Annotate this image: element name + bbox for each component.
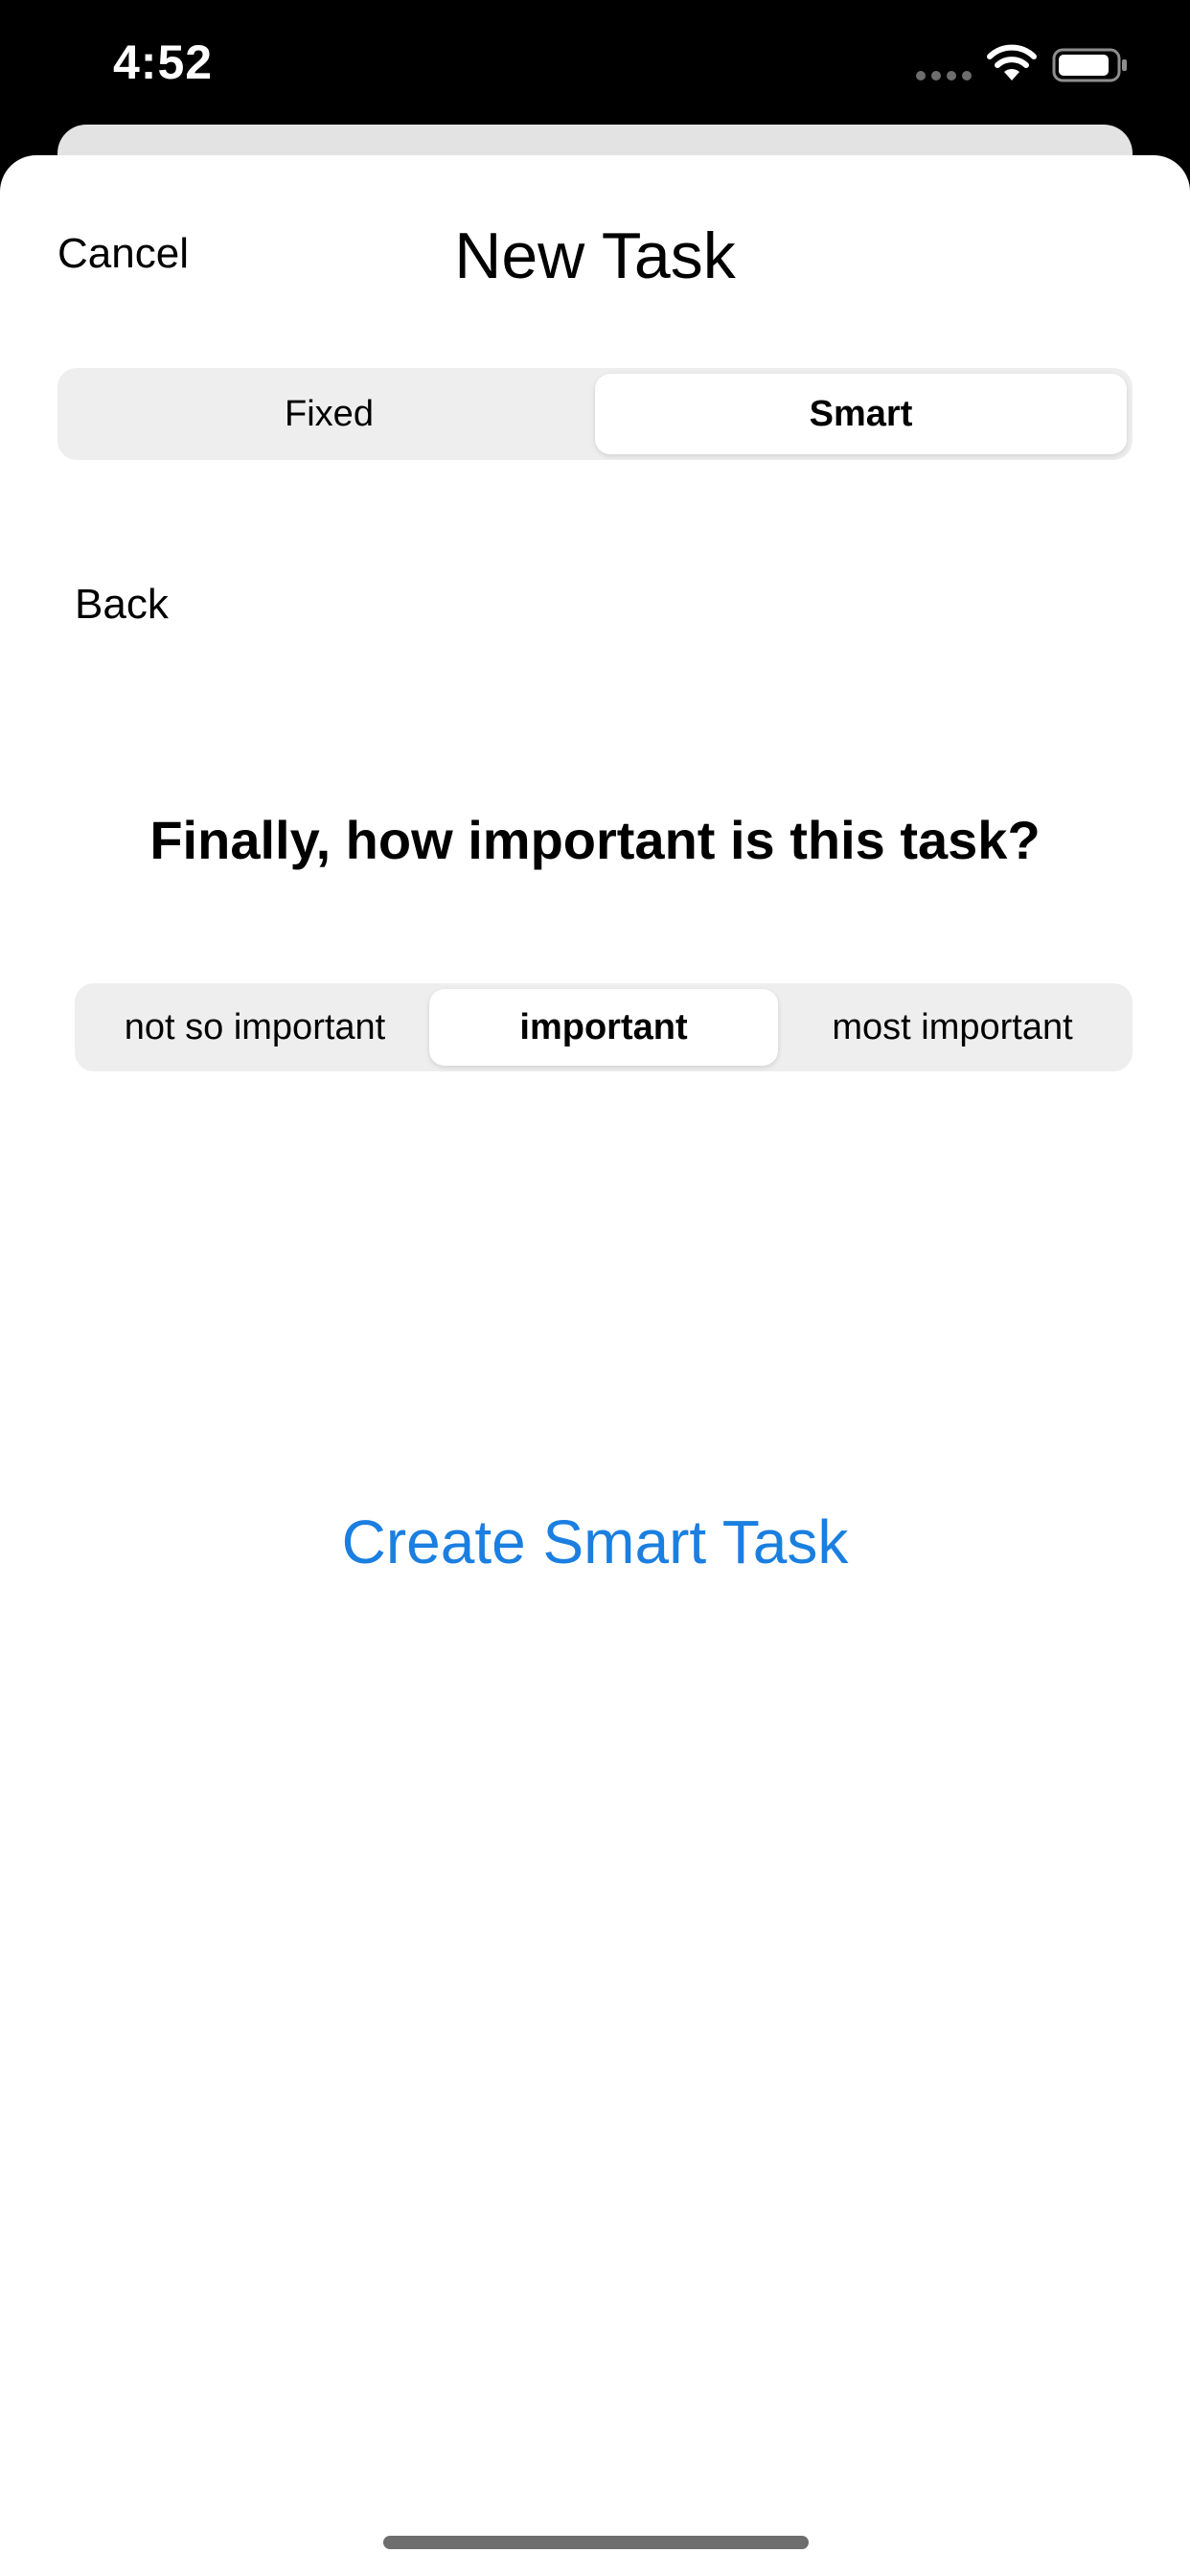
importance-segmented-control[interactable]: not so important important most importan… xyxy=(75,983,1133,1071)
segment-important[interactable]: important xyxy=(429,989,778,1066)
segment-smart[interactable]: Smart xyxy=(595,374,1127,454)
back-button[interactable]: Back xyxy=(75,581,169,629)
battery-icon xyxy=(1052,48,1127,82)
page-title: New Task xyxy=(454,219,736,292)
new-task-sheet xyxy=(0,155,1190,2576)
segment-most-important[interactable]: most important xyxy=(778,989,1127,1066)
segment-not-so-important[interactable]: not so important xyxy=(80,989,429,1066)
wifi-icon xyxy=(987,44,1037,80)
status-bar: 4:52 xyxy=(0,0,1190,134)
status-time: 4:52 xyxy=(113,35,214,89)
task-type-segmented-control[interactable]: Fixed Smart xyxy=(57,368,1133,460)
create-smart-task-button[interactable]: Create Smart Task xyxy=(0,1506,1190,1577)
signal-dots-icon xyxy=(916,71,972,80)
segment-fixed[interactable]: Fixed xyxy=(63,374,595,454)
home-indicator[interactable] xyxy=(383,2536,809,2549)
importance-question: Finally, how important is this task? xyxy=(149,810,1041,870)
